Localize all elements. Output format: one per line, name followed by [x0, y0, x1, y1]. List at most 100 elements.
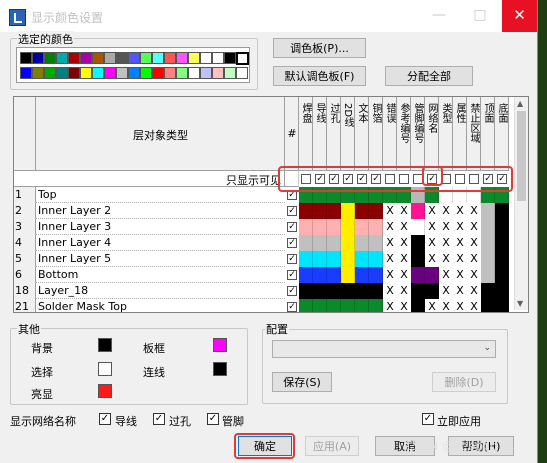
unavailable-cell[interactable]: X — [383, 299, 397, 312]
unavailable-cell[interactable]: X — [397, 267, 411, 283]
column-header[interactable]: 错误 — [383, 97, 397, 171]
color-cell[interactable] — [369, 267, 383, 283]
unavailable-cell[interactable]: X — [453, 267, 467, 283]
unavailable-cell[interactable]: X — [439, 203, 453, 219]
unavailable-cell[interactable]: X — [439, 251, 453, 267]
unavailable-cell[interactable]: X — [467, 235, 481, 251]
color-cell[interactable] — [341, 203, 355, 219]
palette-swatch[interactable] — [224, 67, 236, 79]
column-header[interactable]: 导线 — [313, 97, 327, 171]
unavailable-cell[interactable]: X — [383, 283, 397, 299]
color-cell[interactable] — [495, 283, 509, 299]
connection-color-chip[interactable] — [213, 362, 227, 376]
palette-swatch[interactable] — [212, 67, 224, 79]
color-cell[interactable] — [369, 299, 383, 312]
palette-swatch[interactable] — [80, 67, 92, 79]
color-cell[interactable] — [299, 235, 313, 251]
layer-visible-checkbox[interactable]: ✓ — [287, 206, 297, 216]
color-cell[interactable] — [313, 203, 327, 219]
chevron-down-icon[interactable]: ⌄ — [483, 343, 491, 353]
palette-swatch[interactable] — [176, 67, 188, 79]
color-cell[interactable] — [313, 299, 327, 312]
scroll-down-icon[interactable]: ▼ — [517, 299, 523, 308]
palette-swatch[interactable] — [116, 67, 128, 79]
unavailable-cell[interactable]: X — [439, 235, 453, 251]
color-cell[interactable] — [313, 235, 327, 251]
color-cell[interactable] — [355, 251, 369, 267]
palette-swatch[interactable] — [188, 52, 200, 64]
unavailable-cell[interactable]: X — [383, 219, 397, 235]
color-cell[interactable] — [299, 267, 313, 283]
color-cell[interactable] — [411, 299, 425, 312]
column-header[interactable]: 属性 — [453, 97, 467, 171]
apply-button[interactable]: 应用(A) — [305, 436, 359, 456]
pin-checkbox[interactable]: ✓ — [207, 413, 219, 425]
column-header[interactable]: 禁止区域 — [467, 97, 481, 171]
color-cell[interactable] — [313, 219, 327, 235]
unavailable-cell[interactable]: X — [425, 235, 439, 251]
color-cell[interactable] — [299, 283, 313, 299]
unavailable-cell[interactable]: X — [383, 251, 397, 267]
config-combo[interactable]: ⌄ — [272, 340, 496, 358]
color-cell[interactable] — [425, 267, 439, 283]
layer-name[interactable]: Inner Layer 5 — [36, 251, 285, 267]
column-header[interactable]: 过孔 — [327, 97, 341, 171]
palette-swatch[interactable] — [44, 67, 56, 79]
color-cell[interactable] — [411, 203, 425, 219]
column-header[interactable]: 网络名 — [425, 97, 439, 171]
palette-swatch[interactable] — [128, 52, 140, 64]
color-cell[interactable] — [411, 251, 425, 267]
unavailable-cell[interactable]: X — [453, 299, 467, 312]
layer-name[interactable]: Bottom — [36, 267, 285, 283]
palette-swatch[interactable] — [44, 52, 56, 64]
palette-swatch[interactable] — [188, 67, 200, 79]
color-cell[interactable] — [355, 203, 369, 219]
palette-swatch[interactable] — [80, 52, 92, 64]
column-header[interactable]: 铜箔 — [369, 97, 383, 171]
palette-swatch[interactable] — [92, 52, 104, 64]
color-cell[interactable] — [495, 219, 509, 235]
layer-name[interactable]: Solder Mask Top — [36, 299, 285, 312]
column-header[interactable]: 文本 — [355, 97, 369, 171]
trace-checkbox[interactable]: ✓ — [99, 413, 111, 425]
palette-swatch[interactable] — [236, 52, 249, 65]
column-header[interactable]: 2D线 — [341, 97, 355, 171]
color-cell[interactable] — [495, 235, 509, 251]
color-cell[interactable] — [481, 299, 495, 312]
column-header[interactable]: 底面 — [495, 97, 509, 171]
unavailable-cell[interactable]: X — [439, 283, 453, 299]
palette-swatch[interactable] — [20, 67, 32, 79]
scroll-up-icon[interactable]: ▲ — [517, 99, 523, 108]
default-palette-button[interactable]: 默认调色板(F) — [273, 66, 366, 86]
color-cell[interactable] — [341, 267, 355, 283]
save-button[interactable]: 保存(S) — [272, 372, 332, 392]
palette-swatch[interactable] — [164, 52, 176, 64]
palette-swatch[interactable] — [140, 52, 152, 64]
palette-swatch[interactable] — [128, 67, 140, 79]
color-cell[interactable] — [299, 251, 313, 267]
palette-swatch[interactable] — [116, 52, 128, 64]
grid-scrollbar[interactable]: ▲ ▼ — [514, 97, 528, 310]
palette-swatch[interactable] — [200, 52, 212, 64]
palette-swatch[interactable] — [140, 67, 152, 79]
color-cell[interactable] — [411, 235, 425, 251]
unavailable-cell[interactable]: X — [397, 283, 411, 299]
color-cell[interactable] — [369, 203, 383, 219]
layer-name[interactable]: Inner Layer 3 — [36, 219, 285, 235]
color-cell[interactable] — [327, 251, 341, 267]
unavailable-cell[interactable]: X — [467, 219, 481, 235]
palette-swatch[interactable] — [236, 67, 248, 79]
layer-name[interactable]: Layer_18 — [36, 283, 285, 299]
color-cell[interactable] — [481, 251, 495, 267]
color-cell[interactable] — [355, 235, 369, 251]
column-header[interactable]: 类型 — [439, 97, 453, 171]
color-cell[interactable] — [327, 235, 341, 251]
color-cell[interactable] — [355, 283, 369, 299]
color-cell[interactable] — [495, 251, 509, 267]
unavailable-cell[interactable]: X — [467, 203, 481, 219]
palette-button[interactable]: 调色板(P)... — [273, 38, 366, 58]
color-cell[interactable] — [495, 299, 509, 312]
color-cell[interactable] — [299, 219, 313, 235]
color-cell[interactable] — [481, 219, 495, 235]
maximize-button[interactable]: □ — [460, 0, 500, 32]
